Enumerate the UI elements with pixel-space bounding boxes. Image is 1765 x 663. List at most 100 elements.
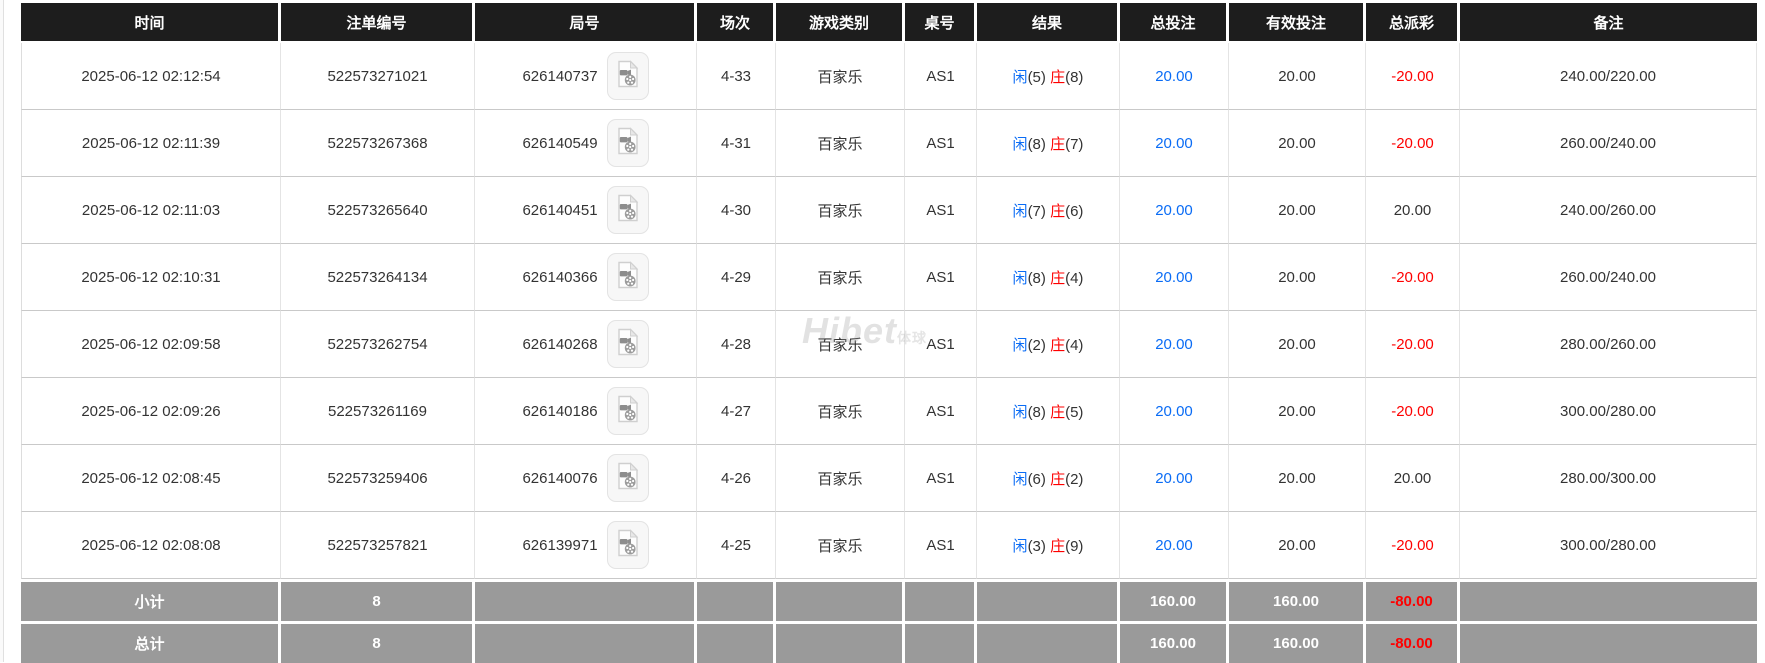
total-bet-cell: 20.00 xyxy=(1120,110,1229,177)
video-replay-button[interactable] xyxy=(607,253,649,301)
footer-empty-cell xyxy=(905,579,977,621)
result-cell: 闲(2) 庄(4) xyxy=(977,311,1120,378)
col-header-payout: 总派彩 xyxy=(1366,3,1460,43)
round-no-cell: 626140737 xyxy=(475,43,697,110)
col-header-valid-bet: 有效投注 xyxy=(1229,3,1366,43)
game-type-cell: 百家乐 xyxy=(776,378,905,445)
bet-no-cell: 522573262754 xyxy=(281,311,475,378)
result-cell: 闲(8) 庄(4) xyxy=(977,244,1120,311)
result-banker-score: (5) xyxy=(1065,404,1083,421)
result-player-score: (6) xyxy=(1028,471,1046,488)
result-player-label: 闲 xyxy=(1013,270,1028,287)
footer-valid-bet: 160.00 xyxy=(1229,579,1366,621)
bet-history-table: 时间 注单编号 局号 场次 游戏类别 桌号 结果 总投注 有效投注 总派彩 备注… xyxy=(21,3,1757,663)
round-no-cell: 626140076 xyxy=(475,445,697,512)
table-header: 时间 注单编号 局号 场次 游戏类别 桌号 结果 总投注 有效投注 总派彩 备注 xyxy=(21,3,1757,43)
time-cell: 2025-06-12 02:10:31 xyxy=(21,244,281,311)
result-banker-score: (2) xyxy=(1065,471,1083,488)
round-no: 626140076 xyxy=(522,470,597,487)
table-no-cell: AS1 xyxy=(905,244,977,311)
video-replay-button[interactable] xyxy=(607,387,649,435)
session-cell: 4-29 xyxy=(697,244,776,311)
video-file-icon xyxy=(616,328,640,360)
result-player-label: 闲 xyxy=(1013,471,1028,488)
valid-bet-cell: 20.00 xyxy=(1229,378,1366,445)
result-banker-score: (7) xyxy=(1065,136,1083,153)
remark-cell: 300.00/280.00 xyxy=(1460,512,1757,579)
result-cell: 闲(5) 庄(8) xyxy=(977,43,1120,110)
video-replay-button[interactable] xyxy=(607,186,649,234)
video-file-icon xyxy=(616,462,640,494)
footer-total-bet: 160.00 xyxy=(1120,579,1229,621)
footer-empty-cell xyxy=(475,579,697,621)
video-replay-button[interactable] xyxy=(607,119,649,167)
footer-empty-cell xyxy=(977,621,1120,663)
game-type-cell: 百家乐 xyxy=(776,177,905,244)
video-replay-button[interactable] xyxy=(607,52,649,100)
bet-no-cell: 522573264134 xyxy=(281,244,475,311)
table-no-cell: AS1 xyxy=(905,177,977,244)
col-header-session: 场次 xyxy=(697,3,776,43)
col-header-result: 结果 xyxy=(977,3,1120,43)
result-player-label: 闲 xyxy=(1013,69,1028,86)
round-no: 626140268 xyxy=(522,336,597,353)
footer-empty-cell xyxy=(776,579,905,621)
subtotal-row: 小计 8 160.00 160.00 -80.00 xyxy=(21,579,1757,621)
table-body: 2025-06-12 02:12:54522573271021626140737… xyxy=(21,43,1757,579)
table-no-cell: AS1 xyxy=(905,311,977,378)
time-cell: 2025-06-12 02:11:39 xyxy=(21,110,281,177)
result-banker-score: (6) xyxy=(1065,203,1083,220)
session-cell: 4-28 xyxy=(697,311,776,378)
valid-bet-cell: 20.00 xyxy=(1229,445,1366,512)
table-footer: 小计 8 160.00 160.00 -80.00 总计 8 xyxy=(21,579,1757,663)
video-file-icon xyxy=(616,261,640,293)
bet-history-panel: 时间 注单编号 局号 场次 游戏类别 桌号 结果 总投注 有效投注 总派彩 备注… xyxy=(21,3,1757,663)
result-player-score: (3) xyxy=(1028,538,1046,555)
table-row: 2025-06-12 02:09:58522573262754626140268… xyxy=(21,311,1757,378)
valid-bet-cell: 20.00 xyxy=(1229,512,1366,579)
game-type-cell: 百家乐 xyxy=(776,512,905,579)
video-replay-button[interactable] xyxy=(607,521,649,569)
total-bet-cell: 20.00 xyxy=(1120,43,1229,110)
table-no-cell: AS1 xyxy=(905,445,977,512)
footer-count: 8 xyxy=(281,621,475,663)
result-player-label: 闲 xyxy=(1013,404,1028,421)
table-no-cell: AS1 xyxy=(905,110,977,177)
time-cell: 2025-06-12 02:08:45 xyxy=(21,445,281,512)
video-replay-button[interactable] xyxy=(607,454,649,502)
remark-cell: 260.00/240.00 xyxy=(1460,110,1757,177)
footer-empty-cell xyxy=(776,621,905,663)
video-replay-button[interactable] xyxy=(607,320,649,368)
result-player-score: (7) xyxy=(1028,203,1046,220)
payout-cell: -20.00 xyxy=(1366,311,1460,378)
table-row: 2025-06-12 02:10:31522573264134626140366… xyxy=(21,244,1757,311)
footer-label: 总计 xyxy=(21,621,281,663)
col-header-table-no: 桌号 xyxy=(905,3,977,43)
col-header-game-type: 游戏类别 xyxy=(776,3,905,43)
remark-cell: 240.00/220.00 xyxy=(1460,43,1757,110)
remark-cell: 300.00/280.00 xyxy=(1460,378,1757,445)
result-cell: 闲(8) 庄(7) xyxy=(977,110,1120,177)
result-player-label: 闲 xyxy=(1013,337,1028,354)
col-header-time: 时间 xyxy=(21,3,281,43)
result-player-score: (2) xyxy=(1028,337,1046,354)
bet-no-cell: 522573267368 xyxy=(281,110,475,177)
footer-total-bet: 160.00 xyxy=(1120,621,1229,663)
round-no: 626140549 xyxy=(522,135,597,152)
session-cell: 4-27 xyxy=(697,378,776,445)
col-header-total-bet: 总投注 xyxy=(1120,3,1229,43)
footer-payout: -80.00 xyxy=(1366,621,1460,663)
result-banker-label: 庄 xyxy=(1050,337,1065,354)
round-no: 626140737 xyxy=(522,68,597,85)
round-no-cell: 626140549 xyxy=(475,110,697,177)
footer-count: 8 xyxy=(281,579,475,621)
round-no-cell: 626140366 xyxy=(475,244,697,311)
remark-cell: 280.00/300.00 xyxy=(1460,445,1757,512)
video-file-icon xyxy=(616,395,640,427)
result-player-label: 闲 xyxy=(1013,203,1028,220)
time-cell: 2025-06-12 02:11:03 xyxy=(21,177,281,244)
table-row: 2025-06-12 02:12:54522573271021626140737… xyxy=(21,43,1757,110)
col-header-remark: 备注 xyxy=(1460,3,1757,43)
session-cell: 4-25 xyxy=(697,512,776,579)
footer-label: 小计 xyxy=(21,579,281,621)
